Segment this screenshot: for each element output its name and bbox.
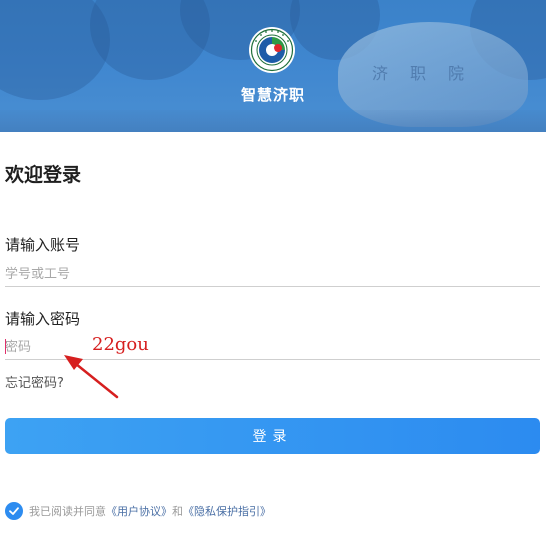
user-agreement-link[interactable]: 《用户协议》 [106, 503, 172, 519]
background-ground [0, 110, 546, 132]
agreement-row: 我已阅读并同意 《用户协议》 和 《隐私保护指引》 [5, 502, 271, 520]
header-banner: 济职院 智慧济职 [0, 0, 546, 132]
password-label: 请输入密码 [5, 310, 81, 328]
login-page: 济职院 智慧济职 欢迎登录 请输入账号 请输入密码 忘记密码? 登录 [0, 0, 546, 536]
agreement-prefix: 我已阅读并同意 [29, 505, 106, 518]
checkmark-icon [9, 507, 19, 515]
privacy-guide-link[interactable]: 《隐私保护指引》 [183, 503, 271, 519]
account-input[interactable] [5, 262, 540, 287]
text-cursor [5, 339, 6, 354]
forgot-password-link[interactable]: 忘记密码? [5, 372, 64, 391]
account-label: 请输入账号 [5, 236, 81, 254]
app-name: 智慧济职 [240, 86, 305, 104]
welcome-title: 欢迎登录 [5, 164, 82, 186]
annotation-text: 22gou [92, 334, 149, 355]
agreement-connector: 和 [172, 505, 183, 518]
password-input[interactable] [5, 335, 540, 360]
agreement-checkbox[interactable] [5, 502, 23, 520]
login-button[interactable]: 登录 [5, 418, 540, 454]
school-emblem-icon [249, 27, 295, 73]
rock-inscription: 济职院 [372, 64, 487, 83]
